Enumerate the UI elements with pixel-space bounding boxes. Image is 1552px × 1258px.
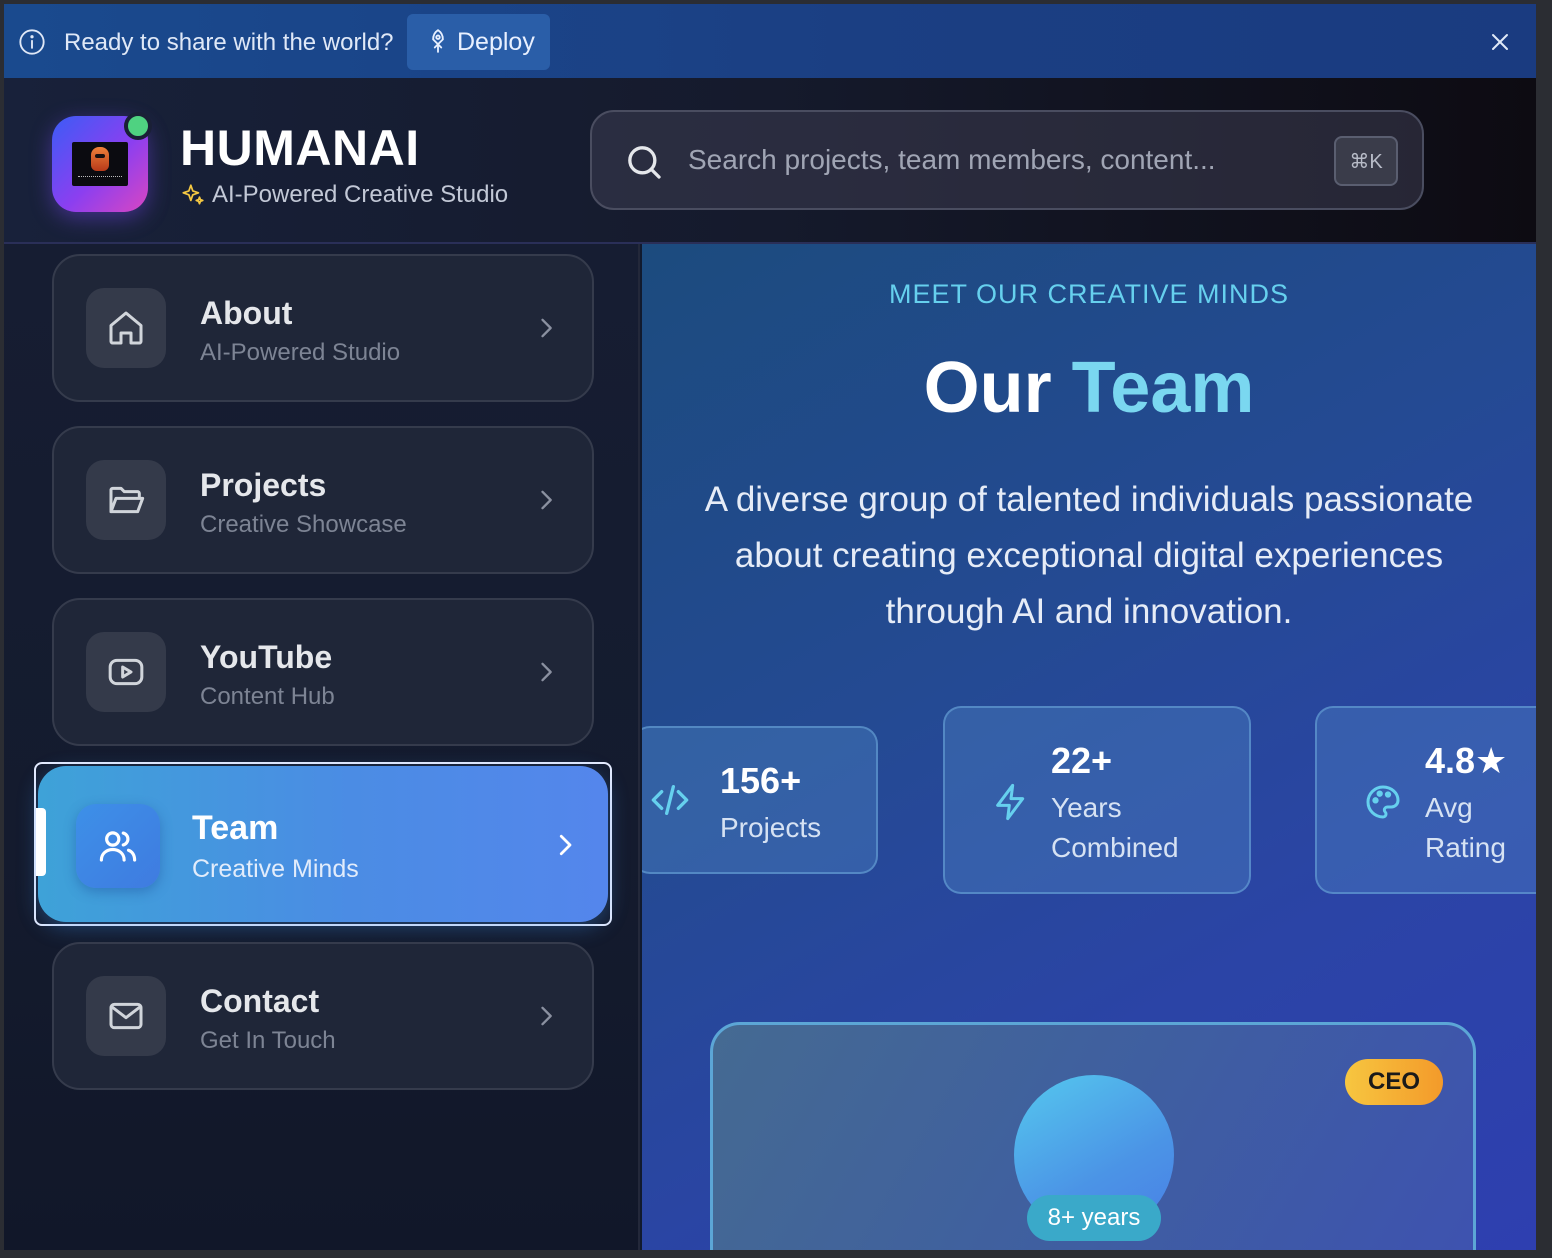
stat-value: 4.8★ [1425, 740, 1508, 781]
tagline-text: AI-Powered Creative Studio [212, 181, 509, 208]
chevron-right-icon [541, 1006, 552, 1026]
sidebar-nav: About AI-Powered Studio Projects Creativ… [4, 244, 640, 1250]
stat-value: 22+ [1051, 740, 1113, 781]
sidebar-item-label: Contact [200, 983, 320, 1019]
brand-tagline: AI-Powered Creative Studio [180, 180, 508, 210]
search-icon [628, 146, 661, 179]
title-part-2: Team [1071, 348, 1255, 428]
sidebar-item-team[interactable]: Team Creative Minds [36, 766, 608, 922]
active-indicator [36, 808, 46, 876]
stat-card-projects: 156+ Projects [642, 726, 878, 874]
online-status-dot [124, 112, 152, 140]
stat-label-line-2: Rating [1425, 832, 1506, 863]
sidebar-item-subtitle: Get In Touch [200, 1027, 336, 1054]
app-window: Ready to share with the world? Deploy HU… [4, 4, 1536, 1250]
title-part-1: Our [923, 348, 1052, 428]
rocket-icon [432, 29, 444, 53]
youtube-icon [86, 632, 166, 712]
sidebar-item-label: YouTube [200, 639, 333, 675]
folder-open-icon [86, 460, 166, 540]
sidebar-item-projects[interactable]: Projects Creative Showcase [52, 426, 594, 574]
stat-label: Projects [720, 812, 822, 843]
sidebar-item-subtitle: Content Hub [200, 683, 335, 710]
stat-label-line-1: Years [1051, 792, 1122, 823]
sidebar-item-contact[interactable]: Contact Get In Touch [52, 942, 594, 1090]
page-title: Our Team [642, 346, 1536, 430]
team-section: MEET OUR CREATIVE MINDS Our Team A diver… [642, 244, 1536, 1250]
deploy-banner: Ready to share with the world? Deploy [4, 4, 1536, 78]
sidebar-item-subtitle: Creative Minds [192, 855, 359, 883]
deploy-button[interactable]: Deploy [407, 14, 550, 70]
deploy-button-label: Deploy [457, 27, 535, 56]
sidebar-item-about[interactable]: About AI-Powered Studio [52, 254, 594, 402]
code-icon [651, 785, 689, 815]
sidebar-item-label: About [200, 295, 293, 331]
section-eyebrow: MEET OUR CREATIVE MINDS [888, 279, 1290, 309]
sidebar-item-label: Team [192, 809, 279, 847]
logo-image [72, 142, 128, 186]
sidebar-item-label: Projects [200, 467, 327, 503]
palette-icon [1366, 785, 1400, 819]
info-icon [19, 29, 45, 55]
app-header: HUMANAI AI-Powered Creative Studio ⌘K [4, 78, 1536, 244]
team-member-card[interactable]: CEO 8+ years [710, 1022, 1476, 1250]
section-description: A diverse group of talented individuals … [704, 480, 1474, 631]
stat-card-rating: 4.8★ Avg Rating [1315, 706, 1536, 894]
role-badge: CEO [1345, 1059, 1443, 1105]
mail-icon [86, 976, 166, 1056]
chevron-right-icon [541, 662, 552, 682]
banner-message: Ready to share with the world? [64, 29, 394, 56]
brand-name: HUMANAI [180, 120, 420, 176]
zap-icon [996, 783, 1025, 821]
chevron-right-icon [541, 318, 552, 338]
stat-card-years: 22+ Years Combined [943, 706, 1251, 894]
home-icon [86, 288, 166, 368]
close-icon[interactable] [1488, 30, 1512, 54]
keyboard-shortcut-badge: ⌘K [1334, 136, 1398, 186]
chevron-right-icon [541, 490, 552, 510]
chevron-right-icon [559, 834, 572, 856]
logo[interactable] [52, 112, 152, 212]
sidebar-item-youtube[interactable]: YouTube Content Hub [52, 598, 594, 746]
users-icon [76, 804, 160, 888]
search-bar[interactable]: ⌘K [590, 110, 1424, 210]
stat-label-line-2: Combined [1051, 832, 1179, 863]
experience-badge: 8+ years [1027, 1195, 1161, 1241]
stat-value: 156+ [720, 760, 802, 801]
sidebar-item-subtitle: Creative Showcase [200, 511, 407, 538]
sidebar-item-subtitle: AI-Powered Studio [200, 339, 401, 366]
sparkles-icon [182, 184, 204, 205]
search-input[interactable] [688, 140, 1308, 180]
stat-label-line-1: Avg [1425, 792, 1473, 823]
